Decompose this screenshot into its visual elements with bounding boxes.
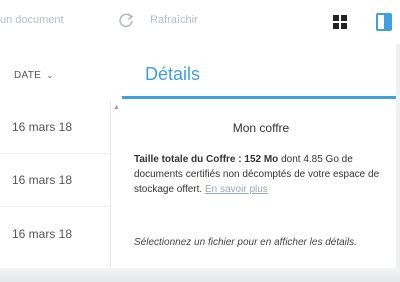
row-divider — [0, 206, 110, 207]
list-item-date[interactable]: 16 mars 18 — [12, 173, 72, 187]
scrollbar-track[interactable] — [396, 44, 400, 268]
total-size-value: 152 Mo — [244, 154, 279, 165]
date-column-label: DATE — [14, 70, 42, 81]
list-item-date[interactable]: 16 mars 18 — [12, 227, 72, 241]
refresh-icon[interactable] — [117, 11, 135, 29]
details-title: Mon coffre — [232, 121, 290, 135]
toolbar: un document Rafraîchir — [0, 0, 400, 44]
scroll-up-icon[interactable]: ▲ — [113, 104, 120, 111]
details-hint: Sélectionnez un fichier pour en afficher… — [134, 237, 357, 248]
date-column-header[interactable]: DATE ⌄ — [14, 70, 54, 81]
tab-details[interactable]: Détails — [145, 64, 200, 85]
grid-view-icon[interactable] — [333, 15, 347, 29]
list-item-date[interactable]: 16 mars 18 — [12, 120, 72, 134]
window-bottom-edge — [0, 268, 400, 282]
learn-more-link[interactable]: En savoir plus — [205, 184, 268, 195]
add-document-button[interactable]: un document — [0, 14, 64, 26]
column-divider — [110, 100, 111, 270]
chevron-down-icon[interactable]: ⌄ — [46, 70, 54, 81]
details-description: Taille totale du Coffre : 152 Mo dont 4.… — [134, 154, 380, 195]
side-panel-icon[interactable] — [376, 13, 392, 31]
refresh-button[interactable]: Rafraîchir — [150, 14, 198, 26]
row-divider — [0, 153, 110, 154]
total-size-label: Taille totale du Coffre — [134, 154, 236, 165]
tab-active-indicator — [122, 96, 400, 99]
